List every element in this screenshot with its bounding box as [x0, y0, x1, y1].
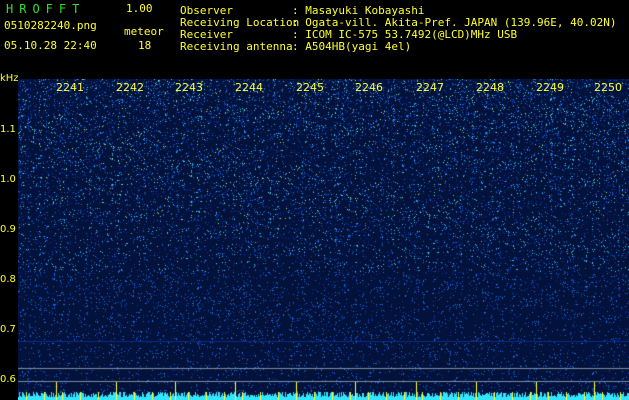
date-time: 05.10.28 22:40: [4, 39, 97, 52]
version-label: 1.00: [126, 2, 153, 15]
frequency-axis: 1.1 1.0 0.9 0.8 0.7 0.6: [0, 72, 18, 400]
minute-label: 2249: [536, 81, 564, 94]
freq-tick-label: 0.8: [0, 274, 16, 285]
meteor-count: 18: [138, 39, 152, 52]
minute-label: 2246: [355, 81, 383, 94]
file-name: 0510282240.png: [4, 19, 97, 32]
info-label-location: Receiving Location: [180, 16, 300, 29]
spectrogram: [18, 79, 629, 400]
freq-tick-label: 1.1: [0, 124, 16, 135]
info-value-antenna: : A504HB(yagi 4el): [292, 40, 412, 53]
minute-label: 2242: [116, 81, 144, 94]
minute-label: 2244: [235, 81, 263, 94]
freq-tick-label: 0.9: [0, 224, 16, 235]
freq-tick-label: 0.6: [0, 374, 16, 385]
freq-tick-label: 0.7: [0, 324, 16, 335]
app-title: HROFFT: [6, 2, 86, 16]
info-value-location: : Ogata-vill. Akita-Pref. JAPAN (139.96E…: [292, 16, 617, 29]
info-label-receiver: Receiver: [180, 28, 233, 41]
info-label-observer: Observer: [180, 4, 233, 17]
minute-label: 2248: [476, 81, 504, 94]
minute-label: 2245: [296, 81, 324, 94]
meteor-label: meteor: [124, 25, 164, 38]
minute-label: 2241: [56, 81, 84, 94]
spectrogram-canvas: [18, 79, 629, 400]
minute-label: 2243: [175, 81, 203, 94]
info-label-antenna: Receiving antenna: [180, 40, 293, 53]
info-value-receiver: : ICOM IC-575 53.7492(@LCD)MHz USB: [292, 28, 518, 41]
minute-label: 2250: [594, 81, 622, 94]
freq-tick-label: 1.0: [0, 174, 16, 185]
info-value-observer: : Masayuki Kobayashi: [292, 4, 425, 17]
minute-label: 2247: [416, 81, 444, 94]
